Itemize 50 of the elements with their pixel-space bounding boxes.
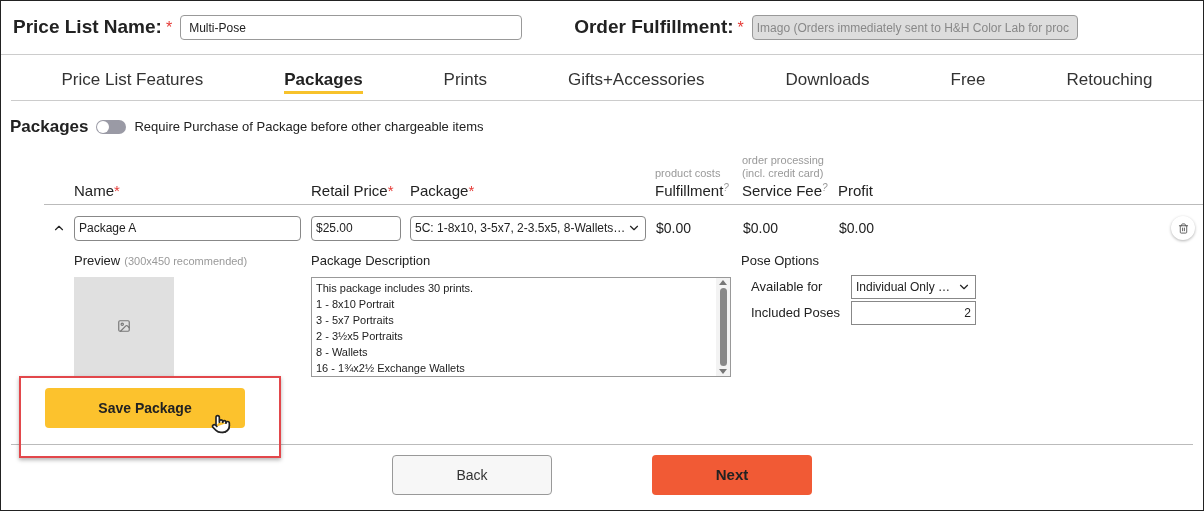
available-for-select[interactable]: Individual Only … — [851, 274, 976, 299]
hand-cursor-icon — [211, 414, 231, 434]
field-label: Available for — [751, 277, 824, 296]
column-header: Fulfillment — [655, 180, 724, 201]
pose-options-title: Pose Options — [741, 252, 821, 270]
field-label: Order Fulfillment: — [574, 15, 734, 40]
preview-label: Preview — [74, 252, 121, 270]
tab[interactable]: Downloads — [785, 61, 870, 94]
tab[interactable]: Gifts+Accessories — [568, 61, 705, 94]
column-header: Package* — [410, 180, 476, 201]
tab[interactable]: Packages — [284, 61, 363, 94]
column-header: Profit — [838, 180, 873, 201]
scrollbar-thumb[interactable] — [719, 287, 727, 366]
tab[interactable]: Price List Features — [61, 61, 204, 94]
package-name-field[interactable]: Package A — [74, 215, 301, 241]
column-note: product costs — [655, 165, 722, 180]
required-mark: * — [114, 181, 120, 199]
description-label: Package Description — [311, 252, 432, 270]
service-fee-value: $0.00 — [743, 218, 780, 238]
included-poses-field[interactable]: 2 — [851, 300, 976, 325]
field-label: Included Poses — [751, 303, 841, 322]
profit-value: $0.00 — [839, 218, 876, 238]
tab[interactable]: Prints — [443, 61, 488, 94]
next-button[interactable]: Next — [652, 455, 812, 495]
field-label: Price List Name: — [13, 15, 162, 40]
column-note: order processing (incl. credit card) — [742, 153, 825, 180]
column-header: Name* — [74, 180, 121, 201]
section-title: Packages — [10, 116, 89, 139]
package-select[interactable]: 5C: 1-8x10, 3-5x7, 2-3.5x5, 8-Wallets… — [410, 215, 646, 241]
toggle-label: Require Purchase of Package before other chargeable items — [134, 118, 484, 137]
price-list-name-field[interactable]: Multi-Pose — [180, 15, 523, 40]
fulfillment-value: $0.00 — [656, 218, 693, 238]
image-icon — [117, 319, 131, 334]
delete-icon[interactable] — [1171, 216, 1195, 240]
retail-price-field[interactable]: $25.00 — [311, 215, 401, 241]
scroll-up-icon[interactable] — [719, 279, 727, 285]
save-package-button[interactable]: Save Package — [45, 388, 245, 428]
back-button[interactable]: Back — [392, 455, 552, 495]
description-field[interactable]: This package includes 30 prints. 1 - 8x10 Portrait 3 - 5x7 Portraits 2 - 3½x5 Portraits 8 - Wallets 16 - 1¾x2½ Exchange Wallets — [311, 276, 731, 377]
required-mark: * — [387, 181, 394, 199]
required-mark: * — [165, 18, 173, 36]
preview-hint: (300x450 recommended) — [124, 254, 248, 269]
column-header: Service Fee — [742, 180, 823, 201]
toggle-switch[interactable] — [96, 120, 127, 134]
scroll-down-icon[interactable] — [719, 368, 727, 374]
tab[interactable]: Free — [950, 61, 986, 94]
required-mark: * — [737, 18, 744, 36]
column-header: Retail Price* — [311, 180, 395, 201]
tab[interactable]: Retouching — [1066, 61, 1153, 94]
required-mark: * — [468, 181, 475, 199]
